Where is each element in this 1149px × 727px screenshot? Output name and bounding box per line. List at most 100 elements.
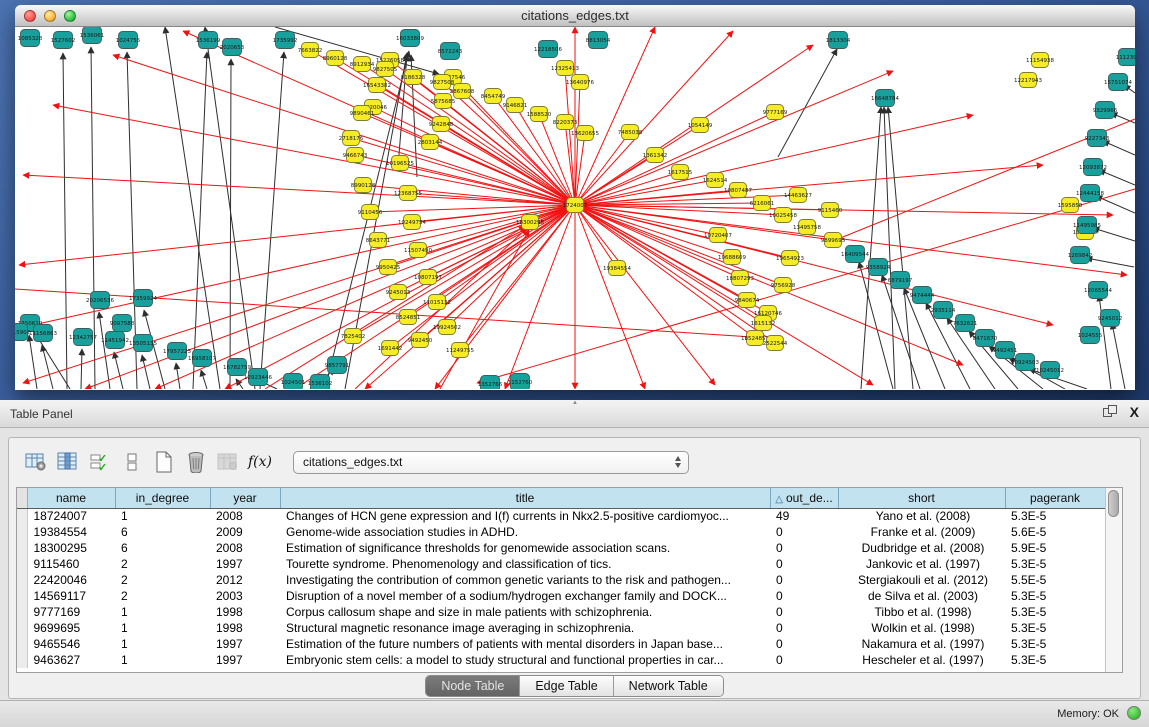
new-column-button[interactable] [151,448,177,476]
column-header-name[interactable]: name [27,488,115,508]
tab-edge-table[interactable]: Edge Table [520,676,613,696]
cell-title[interactable]: Genome-wide association studies in ADHD. [280,524,770,540]
cell-year[interactable]: 2008 [210,540,280,556]
cell-in[interactable]: 1 [115,604,210,620]
cell-page[interactable]: 5.3E-5 [1005,636,1105,652]
cell-out[interactable]: 0 [770,588,838,604]
cell-page[interactable]: 5.3E-5 [1005,508,1105,524]
cell-name[interactable]: 9777169 [27,604,115,620]
cell-short[interactable]: Stergiakouli et al. (2012) [838,572,1005,588]
cell-title[interactable]: Corpus callosum shape and size in male p… [280,604,770,620]
cell-year[interactable]: 1998 [210,604,280,620]
table-row[interactable]: 1456911722003Disruption of a novel membe… [17,588,1105,604]
network-canvas[interactable]: 1724007183002951938455476638228960128891… [15,27,1135,389]
table-row[interactable]: 1830029562008Estimation of significance … [17,540,1105,556]
cell-name[interactable]: 9465546 [27,636,115,652]
delete-table-button[interactable] [215,448,241,476]
cell-page[interactable]: 5.9E-5 [1005,540,1105,556]
cell-in[interactable]: 1 [115,508,210,524]
cell-page[interactable]: 5.3E-5 [1005,588,1105,604]
scrollbar-thumb[interactable] [1108,490,1119,517]
cell-page[interactable]: 5.3E-5 [1005,604,1105,620]
memory-indicator[interactable] [1127,706,1141,720]
cell-page[interactable]: 5.5E-5 [1005,572,1105,588]
cell-short[interactable]: Nakamura et al. (1997) [838,636,1005,652]
column-header-in_degree[interactable]: in_degree [115,488,210,508]
cell-in[interactable]: 6 [115,524,210,540]
cell-title[interactable]: Investigating the contribution of common… [280,572,770,588]
cell-name[interactable]: 22420046 [27,572,115,588]
cell-in[interactable]: 1 [115,620,210,636]
float-panel-button[interactable] [1103,405,1118,420]
cell-in[interactable]: 2 [115,588,210,604]
table-row[interactable]: 946362711997Embryonic stem cells: a mode… [17,652,1105,668]
cell-name[interactable]: 9463627 [27,652,115,668]
cell-page[interactable]: 5.3E-5 [1005,620,1105,636]
cell-title[interactable]: Disruption of a novel member of a sodium… [280,588,770,604]
cell-year[interactable]: 2009 [210,524,280,540]
cell-out[interactable]: 0 [770,572,838,588]
cell-out[interactable]: 0 [770,540,838,556]
cell-name[interactable]: 9115460 [27,556,115,572]
table-row[interactable]: 1872400712008Changes of HCN gene express… [17,508,1105,524]
splitter-grip[interactable]: ▲ [570,401,580,406]
cell-in[interactable]: 6 [115,540,210,556]
cell-page[interactable]: 5.6E-5 [1005,524,1105,540]
cell-in[interactable]: 1 [115,652,210,668]
cell-out[interactable]: 0 [770,524,838,540]
table-scrollbar[interactable] [1105,488,1122,672]
row-mode-button[interactable] [119,448,145,476]
cell-title[interactable]: Embryonic stem cells: a model to study s… [280,652,770,668]
table-chooser-select[interactable]: citations_edges.txt [293,451,689,474]
cell-short[interactable]: Jankovic et al. (1997) [838,556,1005,572]
cell-out[interactable]: 0 [770,620,838,636]
cell-title[interactable]: Estimation of significance thresholds fo… [280,540,770,556]
column-header-out_de[interactable]: △out_de... [770,488,838,508]
cell-out[interactable]: 0 [770,652,838,668]
tab-node-table[interactable]: Node Table [426,676,520,696]
cell-year[interactable]: 2003 [210,588,280,604]
table-mode-button[interactable] [23,448,49,476]
cell-year[interactable]: 1997 [210,652,280,668]
column-header-title[interactable]: title [280,488,770,508]
cell-short[interactable]: de Silva et al. (2003) [838,588,1005,604]
cell-short[interactable]: Wolkin et al. (1998) [838,620,1005,636]
delete-column-button[interactable] [183,448,209,476]
cell-page[interactable]: 5.3E-5 [1005,556,1105,572]
close-panel-button[interactable]: X [1130,405,1139,420]
column-selection-button[interactable]: ✓✓ [87,448,113,476]
cell-name[interactable]: 9699695 [27,620,115,636]
cell-short[interactable]: Yano et al. (2008) [838,508,1005,524]
cell-out[interactable]: 0 [770,636,838,652]
column-header-year[interactable]: year [210,488,280,508]
cell-out[interactable]: 0 [770,556,838,572]
table-row[interactable]: 911546021997Tourette syndrome. Phenomeno… [17,556,1105,572]
cell-in[interactable]: 1 [115,636,210,652]
table-row[interactable]: 2242004622012Investigating the contribut… [17,572,1105,588]
network-window-titlebar[interactable]: citations_edges.txt [15,5,1135,27]
cell-year[interactable]: 1998 [210,620,280,636]
cell-short[interactable]: Tibbo et al. (1998) [838,604,1005,620]
cell-out[interactable]: 0 [770,604,838,620]
table-row[interactable]: 977716911998Corpus callosum shape and si… [17,604,1105,620]
cell-short[interactable]: Dudbridge et al. (2008) [838,540,1005,556]
cell-name[interactable]: 14569117 [27,588,115,604]
cell-title[interactable]: Estimation of the future numbers of pati… [280,636,770,652]
cell-title[interactable]: Changes of HCN gene expression and I(f) … [280,508,770,524]
cell-in[interactable]: 2 [115,556,210,572]
tab-network-table[interactable]: Network Table [614,676,723,696]
cell-out[interactable]: 49 [770,508,838,524]
cell-title[interactable]: Tourette syndrome. Phenomenology and cla… [280,556,770,572]
cell-short[interactable]: Franke et al. (2009) [838,524,1005,540]
cell-title[interactable]: Structural magnetic resonance image aver… [280,620,770,636]
table-row[interactable]: 969969511998Structural magnetic resonanc… [17,620,1105,636]
table-row[interactable]: 1938455462009Genome-wide association stu… [17,524,1105,540]
show-column-button[interactable] [55,448,81,476]
cell-year[interactable]: 1997 [210,636,280,652]
cell-name[interactable]: 19384554 [27,524,115,540]
cell-year[interactable]: 2012 [210,572,280,588]
column-header-short[interactable]: short [838,488,1005,508]
cell-year[interactable]: 1997 [210,556,280,572]
cell-in[interactable]: 2 [115,572,210,588]
cell-name[interactable]: 18724007 [27,508,115,524]
